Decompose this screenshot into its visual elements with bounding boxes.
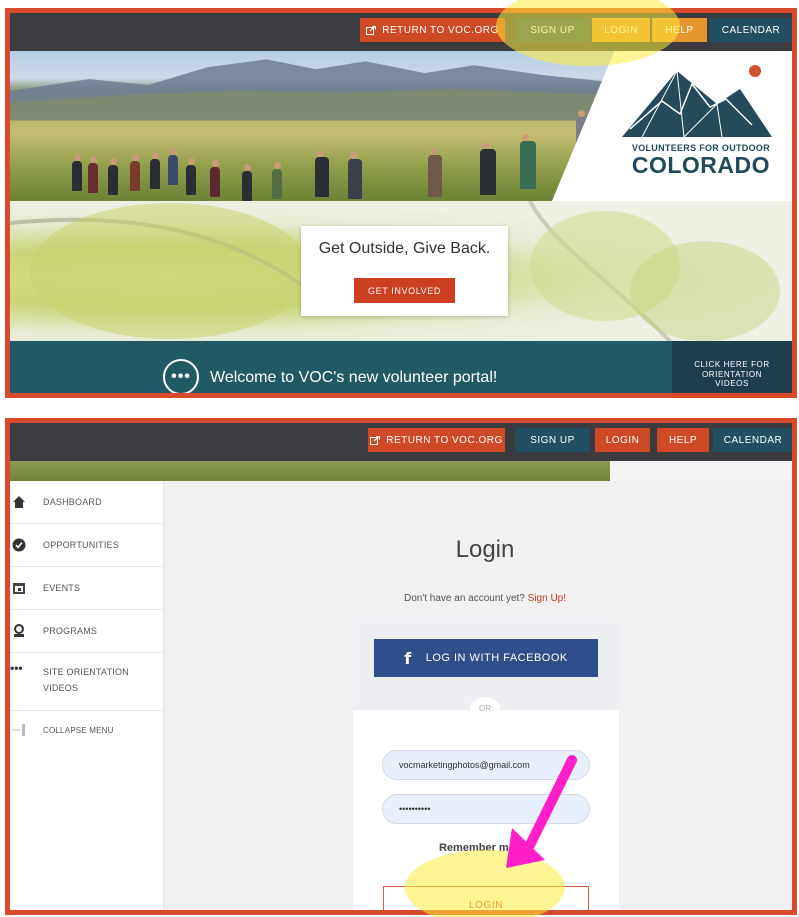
- external-link-icon: [370, 434, 381, 445]
- sidebar-item-site-orientation-videos[interactable]: ••• SITE ORIENTATION VIDEOS: [10, 653, 164, 711]
- sidebar-item-label: COLLAPSE MENU: [43, 726, 114, 735]
- orientation-line1: CLICK HERE FOR: [694, 360, 770, 369]
- calendar-icon: [13, 583, 25, 594]
- login-card: f LOG IN WITH FACEBOOK OR vocmarketingph…: [353, 618, 619, 910]
- hiker: [168, 148, 178, 185]
- calendar-label: CALENDAR: [721, 24, 781, 36]
- cta-card: Get Outside, Give Back. GET INVOLVED: [301, 226, 508, 316]
- login-page-screenshot: RETURN TO VOC.ORG SIGN UP LOGIN HELP CAL…: [5, 418, 797, 915]
- hiker: [210, 160, 220, 197]
- facebook-login-button[interactable]: f LOG IN WITH FACEBOOK: [374, 639, 598, 677]
- signup-button[interactable]: SIGN UP: [515, 428, 590, 452]
- sidebar-item-label: OPPORTUNITIES: [43, 540, 119, 550]
- sidebar-item-events[interactable]: EVENTS: [10, 567, 164, 610]
- hiker: [480, 142, 496, 195]
- hiker: [108, 158, 118, 195]
- top-nav: RETURN TO VOC.ORG SIGN UP LOGIN HELP CAL…: [10, 423, 792, 461]
- calendar-button[interactable]: CALENDAR: [710, 18, 792, 42]
- sidebar: DASHBOARD OPPORTUNITIES EVENTS PROGRAMS …: [10, 481, 164, 910]
- calendar-label: CALENDAR: [723, 434, 783, 446]
- voc-logo-mountains-icon: [622, 65, 772, 139]
- login-nav-button[interactable]: LOGIN: [595, 428, 650, 452]
- hiker: [150, 152, 160, 189]
- password-field[interactable]: ••••••••••: [382, 794, 590, 824]
- return-to-voc-button[interactable]: RETURN TO VOC.ORG: [360, 18, 505, 42]
- account-prompt: Don't have an account yet?: [403, 593, 525, 604]
- ellipsis-icon: •••: [10, 661, 23, 675]
- help-label: HELP: [668, 434, 698, 446]
- home-icon: [13, 496, 25, 508]
- check-circle-icon: [12, 538, 26, 552]
- or-divider: OR: [470, 697, 500, 719]
- orientation-line2: ORIENTATION: [701, 369, 763, 379]
- orientation-line3: VIDEOS: [715, 379, 749, 388]
- hiker: [272, 162, 282, 199]
- sidebar-item-collapse-menu[interactable]: COLLAPSE MENU: [10, 711, 164, 751]
- login-nav-button[interactable]: LOGIN: [592, 18, 650, 42]
- signup-label: SIGN UP: [530, 434, 575, 446]
- page-title: Login: [455, 536, 515, 563]
- sidebar-item-label-line2: VIDEOS: [43, 683, 79, 693]
- login-main: Login Don't have an account yet? Sign Up…: [165, 481, 792, 910]
- sidebar-item-label: EVENTS: [43, 583, 81, 593]
- header-photo-strip: [10, 461, 610, 481]
- external-link-icon: [366, 24, 377, 35]
- orientation-videos-button[interactable]: CLICK HERE FOR ORIENTATION VIDEOS: [672, 341, 792, 393]
- signup-button[interactable]: SIGN UP: [515, 18, 590, 42]
- return-to-voc-label: RETURN TO VOC.ORG: [386, 434, 503, 446]
- help-button[interactable]: HELP: [652, 18, 707, 42]
- facebook-icon: f: [404, 648, 412, 668]
- email-field[interactable]: vocmarketingphotos@gmail.com: [382, 750, 590, 780]
- hiker: [72, 154, 82, 191]
- sidebar-item-dashboard[interactable]: DASHBOARD: [10, 481, 164, 524]
- homepage-screenshot: RETURN TO VOC.ORG SIGN UP LOGIN HELP CAL…: [5, 8, 797, 398]
- hiker: [242, 164, 252, 201]
- logo-wordmark: COLORADO: [631, 152, 770, 178]
- sidebar-item-label: PROGRAMS: [43, 626, 98, 636]
- hiker: [348, 152, 362, 199]
- login-nav-label: LOGIN: [604, 24, 638, 36]
- person-badge-icon: [14, 624, 24, 637]
- facebook-login-label: LOG IN WITH FACEBOOK: [425, 652, 568, 664]
- sidebar-item-programs[interactable]: PROGRAMS: [10, 610, 164, 653]
- welcome-message: Welcome to VOC's new volunteer portal!: [210, 369, 498, 386]
- signup-label: SIGN UP: [530, 24, 575, 36]
- hiker: [186, 158, 196, 195]
- sidebar-item-label-line1: SITE ORIENTATION: [43, 667, 129, 677]
- welcome-banner: ••• Welcome to VOC's new volunteer porta…: [10, 341, 792, 393]
- account-prompt-line: Don't have an account yet? Sign Up!: [165, 593, 792, 604]
- return-to-voc-button[interactable]: RETURN TO VOC.ORG: [368, 428, 505, 452]
- header-strip-white: [610, 461, 792, 481]
- get-involved-button[interactable]: GET INVOLVED: [354, 278, 455, 303]
- login-nav-label: LOGIN: [605, 434, 640, 446]
- sidebar-item-label: SITE ORIENTATION VIDEOS: [43, 664, 129, 696]
- hiker: [88, 156, 98, 193]
- hiker: [520, 134, 536, 189]
- sidebar-item-opportunities[interactable]: OPPORTUNITIES: [10, 524, 164, 567]
- hiker: [315, 150, 329, 197]
- hiker: [428, 148, 442, 197]
- login-submit-button[interactable]: LOGIN: [383, 886, 589, 910]
- ellipsis-icon: •••: [163, 359, 199, 393]
- remember-me-label: Remember me: [439, 842, 515, 854]
- return-to-voc-label: RETURN TO VOC.ORG: [382, 24, 499, 36]
- remember-me-checkbox[interactable]: [524, 844, 532, 852]
- top-nav: RETURN TO VOC.ORG SIGN UP LOGIN HELP CAL…: [10, 13, 792, 51]
- help-label: HELP: [665, 24, 694, 36]
- signup-link[interactable]: Sign Up!: [528, 593, 566, 604]
- hero-tagline: Get Outside, Give Back.: [318, 240, 491, 257]
- sidebar-item-label: DASHBOARD: [43, 497, 102, 507]
- calendar-button[interactable]: CALENDAR: [713, 428, 792, 452]
- help-button[interactable]: HELP: [657, 428, 709, 452]
- hiker: [130, 154, 140, 191]
- collapse-icon: [12, 724, 25, 736]
